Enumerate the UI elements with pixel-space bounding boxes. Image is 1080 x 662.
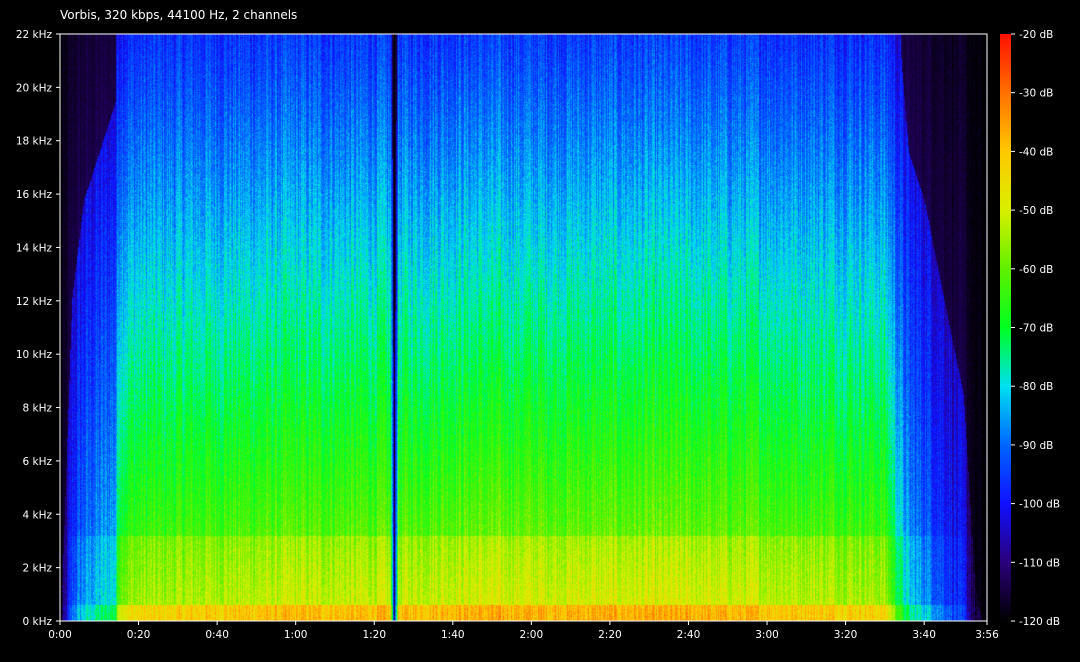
y-tick-label: 16 kHz <box>16 189 53 201</box>
color-scale-tick-label: -110 dB <box>1019 557 1060 569</box>
y-tick-label: 14 kHz <box>16 242 53 254</box>
x-tick-label: 0:40 <box>205 629 229 641</box>
color-scale-tick-label: -50 dB <box>1019 205 1053 217</box>
x-tick-label: 3:40 <box>912 629 936 641</box>
color-scale-tick-label: -120 dB <box>1019 616 1060 628</box>
y-tick-label: 2 kHz <box>22 563 52 575</box>
color-scale-tick-label: -30 dB <box>1019 88 1053 100</box>
x-tick-label: 1:20 <box>362 629 386 641</box>
x-tick-label: 3:56 <box>975 629 999 641</box>
y-tick-label: 8 kHz <box>22 403 52 415</box>
spectrogram-heatmap <box>60 34 987 621</box>
y-tick-label: 12 kHz <box>16 296 53 308</box>
color-scale-tick-label: -90 dB <box>1019 440 1053 452</box>
y-tick-label: 4 kHz <box>22 509 52 521</box>
color-scale-bar <box>1000 34 1011 621</box>
x-tick-label: 3:00 <box>755 629 779 641</box>
color-scale-tick-label: -60 dB <box>1019 264 1053 276</box>
x-axis: 0:00 0:20 0:40 1:00 1:20 1:40 2:00 2:20 2:40 3:00… <box>48 621 999 641</box>
x-tick-label: 1:00 <box>284 629 308 641</box>
x-tick-label: 3:20 <box>834 629 858 641</box>
x-tick-label: 1:40 <box>441 629 465 641</box>
x-tick-label: 2:00 <box>520 629 544 641</box>
color-scale-tick-label: -20 dB <box>1019 29 1053 41</box>
y-tick-label: 10 kHz <box>16 349 53 361</box>
color-scale-tick-label: -100 dB <box>1019 499 1060 511</box>
y-tick-label: 0 kHz <box>22 616 52 628</box>
color-scale-axis: -20 dB -30 dB -40 dB -50 dB -60 dB -70 dB -80 … <box>1011 29 1060 628</box>
y-tick-label: 18 kHz <box>16 136 53 148</box>
x-tick-label: 0:00 <box>48 629 72 641</box>
plot-area <box>60 34 987 621</box>
x-tick-label: 2:20 <box>598 629 622 641</box>
spectrogram-chart: 0:00 0:20 0:40 1:00 1:20 1:40 2:00 2:20 2:40 3:00… <box>16 29 1060 641</box>
y-tick-label: 20 kHz <box>16 82 53 94</box>
x-tick-label: 0:20 <box>127 629 151 641</box>
y-tick-label: 6 kHz <box>22 456 52 468</box>
color-scale-tick-label: -40 dB <box>1019 146 1053 158</box>
color-scale-tick-label: -70 dB <box>1019 323 1053 335</box>
color-scale-tick-label: -80 dB <box>1019 381 1053 393</box>
y-tick-label: 22 kHz <box>16 29 53 41</box>
x-tick-label: 2:40 <box>677 629 701 641</box>
y-axis: 0 kHz 2 kHz 4 kHz 6 kHz 8 kHz 10 kHz 12 kHz 14 … <box>16 29 60 628</box>
